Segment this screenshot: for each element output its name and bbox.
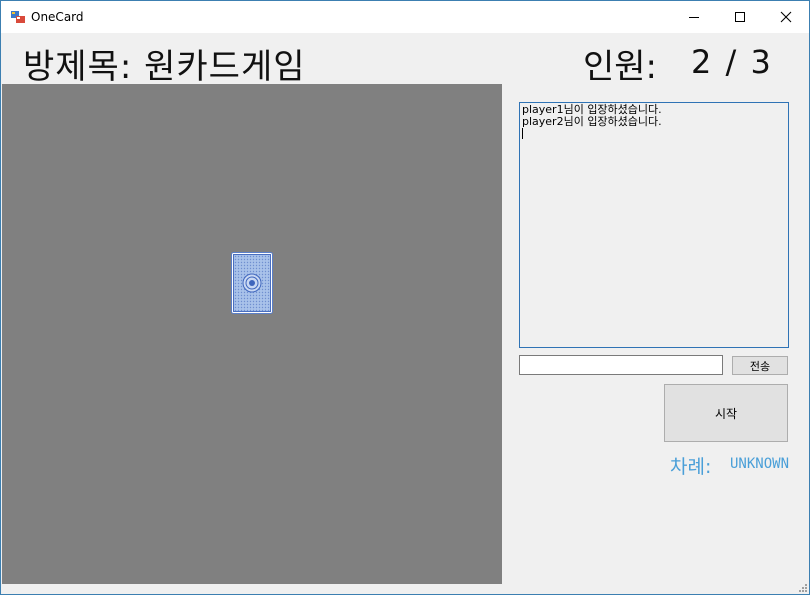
turn-label: 차례: — [670, 456, 712, 478]
maximize-icon — [735, 12, 745, 22]
text-caret — [522, 128, 523, 139]
player-count-label: 인원: — [583, 47, 658, 87]
app-icon — [11, 11, 25, 23]
turn-value: UNKNOWN — [730, 456, 790, 472]
main-window: OneCard 방제목: 원카드게임 인원: 2 / 3 player1님이 입… — [0, 0, 810, 595]
start-button[interactable]: 시작 — [664, 384, 788, 442]
title-bar[interactable]: OneCard — [1, 1, 809, 33]
close-icon — [780, 11, 792, 23]
send-button[interactable]: 전송 — [732, 356, 788, 375]
player-count-value: 2 / 3 — [691, 43, 773, 81]
minimize-button[interactable] — [671, 1, 717, 33]
minimize-icon — [689, 17, 699, 18]
game-board[interactable] — [2, 84, 502, 584]
card-back[interactable] — [231, 252, 273, 314]
chat-message: player2님이 입장하셨습니다. — [522, 115, 662, 128]
chat-log[interactable]: player1님이 입장하셨습니다. player2님이 입장하셨습니다. — [519, 102, 789, 348]
resize-grip-icon[interactable] — [798, 583, 808, 593]
close-button[interactable] — [763, 1, 809, 33]
window-title: OneCard — [31, 10, 84, 24]
room-title: 방제목: 원카드게임 — [23, 47, 306, 87]
maximize-button[interactable] — [717, 1, 763, 33]
chat-input[interactable] — [519, 355, 723, 375]
